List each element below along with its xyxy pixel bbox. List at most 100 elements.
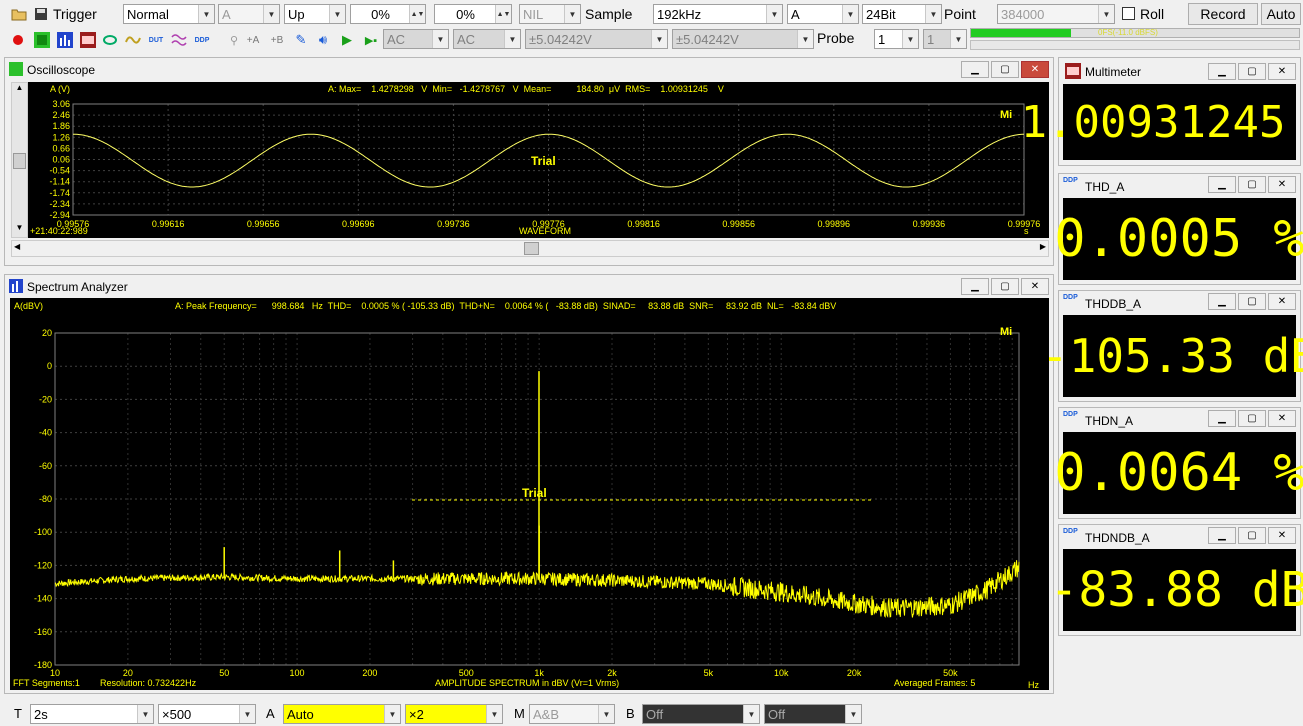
- b-scale-select[interactable]: Off ▼: [764, 704, 862, 724]
- open-folder-icon[interactable]: [10, 5, 28, 23]
- t-label: T: [14, 706, 22, 721]
- points-select[interactable]: 384000 ▼: [997, 4, 1115, 24]
- probe-icon[interactable]: ✎: [292, 31, 310, 49]
- sample-rate-select[interactable]: 192kHz ▼: [653, 4, 783, 24]
- oscilloscope-icon: [9, 62, 23, 76]
- add-a-icon[interactable]: +A: [244, 31, 262, 49]
- channel-select[interactable]: A ▼: [787, 4, 859, 24]
- close-button[interactable]: ✕: [1021, 278, 1049, 295]
- spin-icon[interactable]: ▲▼: [409, 5, 425, 23]
- minimize-button[interactable]: ▁: [1208, 63, 1236, 80]
- minimize-button[interactable]: ▁: [1208, 527, 1236, 544]
- play-icon[interactable]: ▶: [338, 31, 356, 49]
- y-tick-label: -1.14: [49, 177, 70, 187]
- maximize-button[interactable]: ▢: [991, 278, 1019, 295]
- nil-select[interactable]: NIL ▼: [519, 4, 581, 24]
- oscilloscope-vscroll[interactable]: ▲ ▼: [11, 82, 28, 238]
- signal-generator-icon[interactable]: [170, 31, 188, 49]
- thdn-a-display: 0.0064 %: [1054, 432, 1303, 514]
- b-mode-value: Off: [646, 706, 664, 722]
- oscilloscope-titlebar[interactable]: Oscilloscope: [5, 58, 1053, 82]
- trigger-level-2[interactable]: 0% ▲▼: [434, 4, 512, 24]
- thdn-a-window: DDP THDN_A ▁ ▢ ✕ 0.0064 %: [1054, 407, 1303, 519]
- minimize-button[interactable]: ▁: [1208, 176, 1236, 193]
- trigger-level-1[interactable]: 0% ▲▼: [350, 4, 426, 24]
- spectrum-titlebar[interactable]: Spectrum Analyzer: [5, 275, 1053, 299]
- minimize-button[interactable]: ▁: [961, 61, 989, 78]
- speaker-icon[interactable]: 🔊︎: [314, 31, 332, 49]
- maximize-button[interactable]: ▢: [1238, 410, 1266, 427]
- b-label: B: [626, 706, 635, 721]
- minimize-button[interactable]: ▁: [1208, 293, 1236, 310]
- scroll-left-icon[interactable]: ◀: [14, 242, 20, 251]
- zoom-select[interactable]: ×500 ▼: [158, 704, 256, 724]
- a-mode-select[interactable]: Auto ▼: [283, 704, 401, 724]
- add-b-icon[interactable]: +B: [268, 31, 286, 49]
- a-scale-select[interactable]: ×2 ▼: [405, 704, 503, 724]
- ddp-icon[interactable]: DDP: [193, 31, 211, 49]
- range-b-select[interactable]: ±5.04242V ▼: [672, 29, 814, 49]
- maximize-button[interactable]: ▢: [1238, 293, 1266, 310]
- b-mode-select[interactable]: Off ▼: [642, 704, 760, 724]
- auto-button[interactable]: Auto: [1261, 3, 1301, 25]
- scroll-thumb[interactable]: [13, 153, 26, 169]
- thddb-a-display: -105.33 dB: [1041, 315, 1303, 397]
- scroll-right-icon[interactable]: ▶: [1040, 242, 1046, 251]
- time-span-select[interactable]: 2s ▼: [30, 704, 154, 724]
- roll-checkbox[interactable]: [1122, 7, 1135, 20]
- close-button[interactable]: ✕: [1268, 410, 1296, 427]
- a-mode-value: Auto: [287, 706, 314, 722]
- minimize-button[interactable]: ▁: [1208, 410, 1236, 427]
- oscilloscope-icon[interactable]: [33, 31, 51, 49]
- input-level-text: 0FS(-11.0 dBFS): [1098, 28, 1158, 37]
- x-tick-label: 10k: [774, 668, 789, 678]
- wave-icon[interactable]: [124, 31, 142, 49]
- play-once-icon[interactable]: ▶▪: [362, 31, 380, 49]
- maximize-button[interactable]: ▢: [1238, 176, 1266, 193]
- m-mode-select[interactable]: A&B ▼: [529, 704, 615, 724]
- a-label: A: [266, 706, 275, 721]
- scroll-up-icon[interactable]: ▲: [12, 83, 27, 97]
- bit-depth-select[interactable]: 24Bit ▼: [862, 4, 942, 24]
- coupling-b-select[interactable]: AC ▼: [453, 29, 521, 49]
- dut-icon[interactable]: DUT: [147, 31, 165, 49]
- record-button[interactable]: Record: [1188, 3, 1258, 25]
- record-dot-icon[interactable]: [9, 31, 27, 49]
- minimize-button[interactable]: ▁: [961, 278, 989, 295]
- oscilloscope-plot[interactable]: 3.06 2.46 1.86 1.26 0.66 0.06 -0.54 -1.14 -1.74-…: [28, 82, 1049, 238]
- trigger-edge-select[interactable]: Up ▼: [284, 4, 346, 24]
- spectrum-icon[interactable]: [56, 31, 74, 49]
- save-icon[interactable]: [32, 5, 50, 23]
- spectrum-xlabel: AMPLITUDE SPECTRUM in dBV (Vr=1 Vrms): [435, 678, 619, 688]
- y-tick-label: -100: [34, 527, 52, 537]
- scroll-thumb[interactable]: [524, 242, 539, 255]
- spin-icon[interactable]: ▲▼: [495, 5, 511, 23]
- trigger-mode-select[interactable]: Normal ▼: [123, 4, 215, 24]
- m-mode-value: A&B: [533, 706, 560, 722]
- input-level-bar: [971, 29, 1071, 37]
- scroll-down-icon[interactable]: ▼: [12, 223, 27, 237]
- close-button[interactable]: ✕: [1268, 63, 1296, 80]
- chevron-down-icon: ▼: [925, 5, 941, 23]
- close-button[interactable]: ✕: [1268, 293, 1296, 310]
- maximize-button[interactable]: ▢: [1238, 63, 1266, 80]
- maximize-button[interactable]: ▢: [991, 61, 1019, 78]
- coupling-a-select[interactable]: AC ▼: [383, 29, 449, 49]
- close-button[interactable]: ✕: [1268, 176, 1296, 193]
- probe-b-select[interactable]: 1 ▼: [923, 29, 967, 49]
- multimeter-icon[interactable]: [79, 31, 97, 49]
- chevron-down-icon: ▼: [797, 30, 813, 48]
- close-button[interactable]: ✕: [1021, 61, 1049, 78]
- range-a-select[interactable]: ±5.04242V ▼: [525, 29, 668, 49]
- x-tick-label: 20: [123, 668, 133, 678]
- lissajous-icon[interactable]: [101, 31, 119, 49]
- oscilloscope-hscroll[interactable]: ◀ ▶: [11, 240, 1049, 257]
- trigger-channel-select[interactable]: A ▼: [218, 4, 280, 24]
- probe-a-select[interactable]: 1 ▼: [874, 29, 919, 49]
- maximize-button[interactable]: ▢: [1238, 527, 1266, 544]
- points-value: 384000: [1001, 6, 1045, 22]
- close-button[interactable]: ✕: [1268, 527, 1296, 544]
- coupling-b-value: AC: [457, 31, 476, 47]
- spectrum-plot[interactable]: 20 0 -20 -40 -60 -80 -100 -120 -140 -160 -180 10 20…: [10, 298, 1049, 690]
- lock-icon[interactable]: ⚲: [225, 31, 243, 49]
